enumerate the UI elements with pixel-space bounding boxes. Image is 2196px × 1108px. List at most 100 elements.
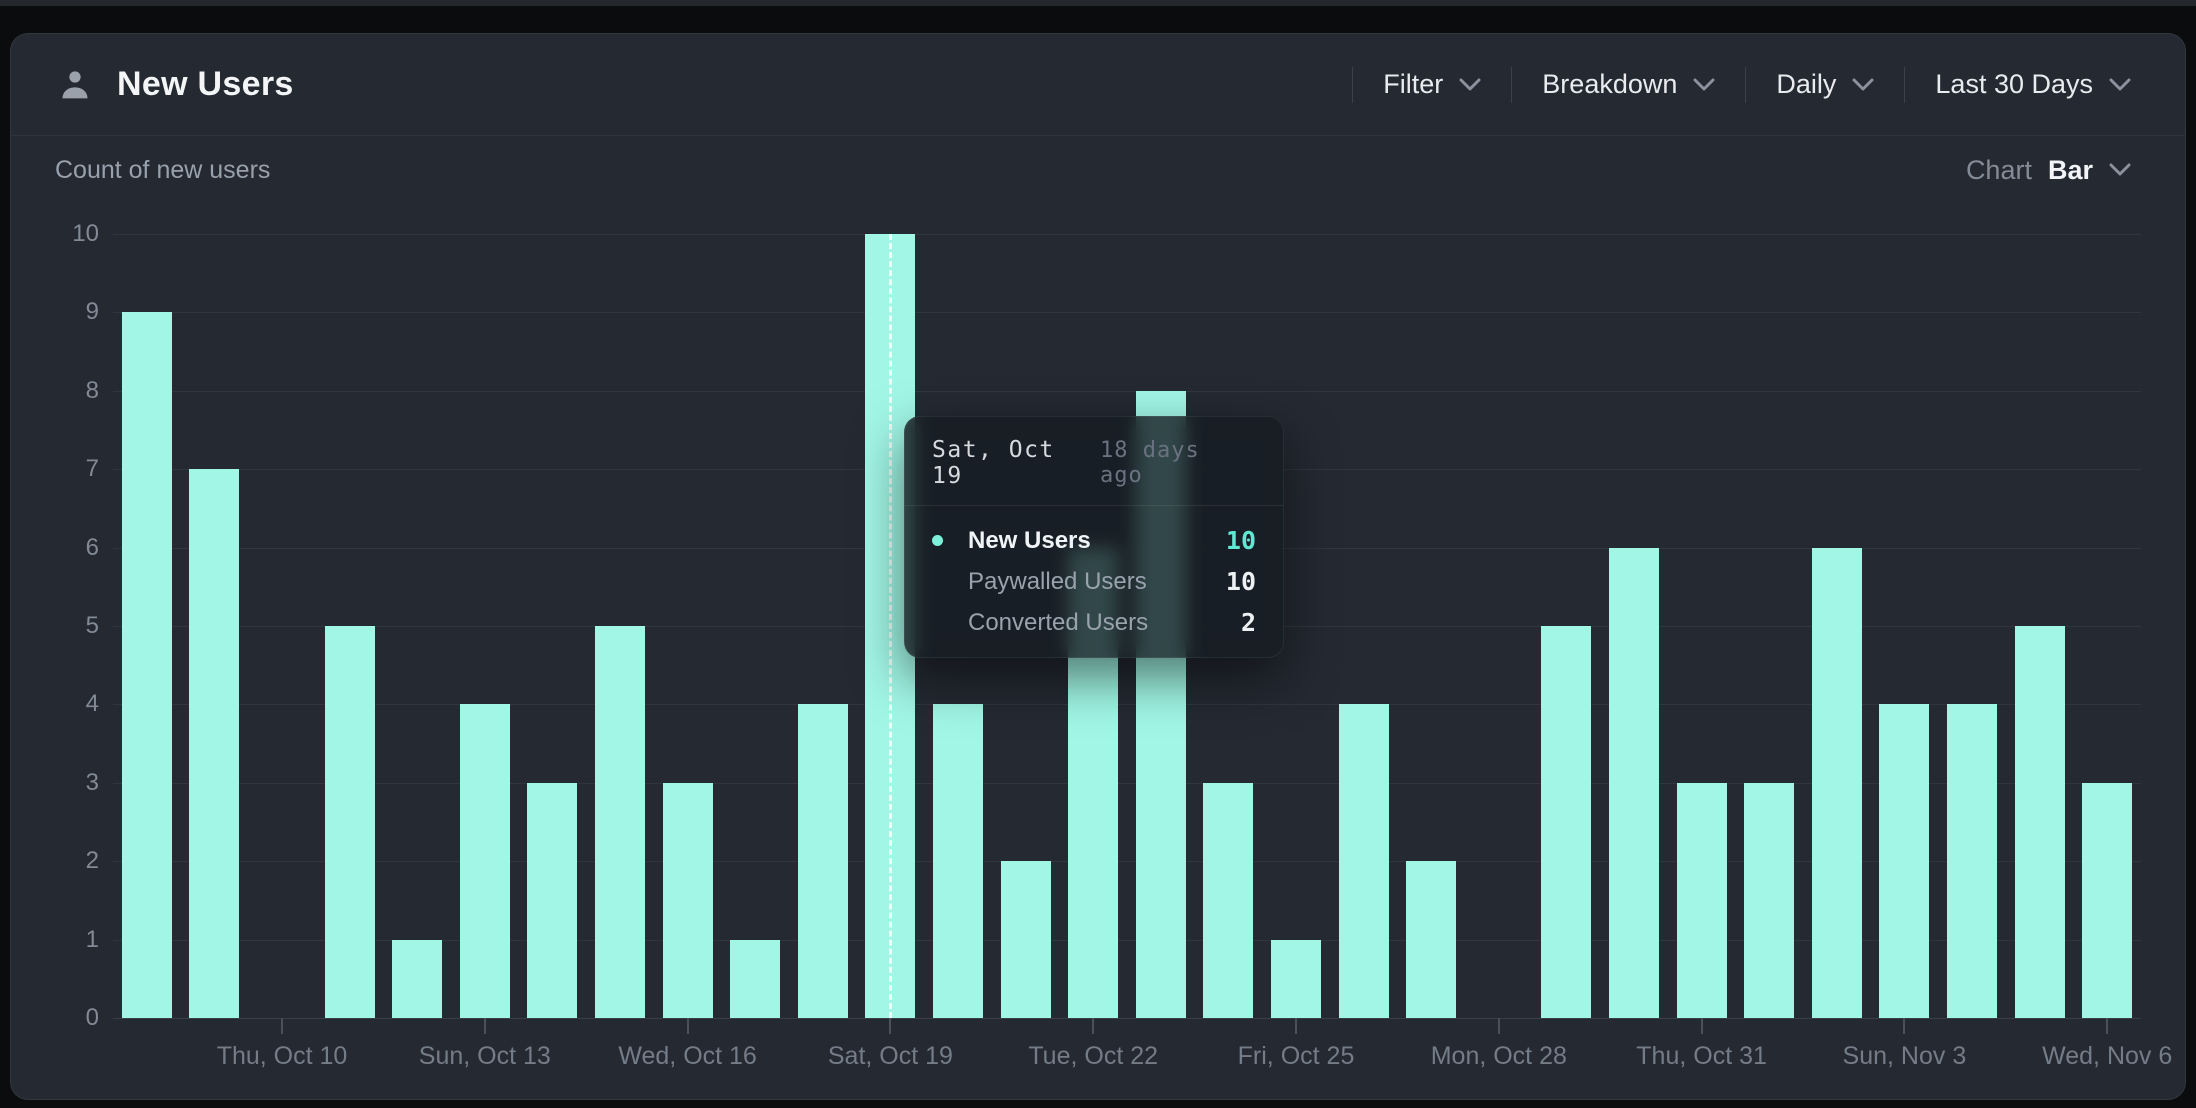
header-controls: Filter Breakdown Daily Las (1352, 67, 2131, 103)
x-axis-tick (1092, 1018, 1094, 1034)
filter-dropdown[interactable]: Filter (1353, 69, 1511, 100)
tooltip-row-value: 10 (1226, 567, 1256, 596)
new-users-widget: New Users Filter Breakdown Daily (10, 33, 2186, 1100)
chart-type-value: Bar (2048, 155, 2093, 186)
page-title: New Users (117, 65, 294, 104)
x-axis-tick (281, 1018, 283, 1034)
x-axis-label-sat-oct-19: Sat, Oct 19 (828, 1042, 953, 1071)
date-range-dropdown-label: Last 30 Days (1935, 69, 2093, 100)
tooltip-row-label: New Users (968, 527, 1091, 555)
x-axis-tick (889, 1018, 891, 1034)
bar-fri-oct-25[interactable] (1271, 940, 1321, 1018)
bar-tue-oct-29[interactable] (1541, 626, 1591, 1018)
x-axis-tick (1903, 1018, 1905, 1034)
granularity-dropdown[interactable]: Daily (1746, 69, 1904, 100)
chevron-down-icon (1852, 78, 1874, 92)
tooltip-row-value: 2 (1241, 608, 1256, 637)
x-axis-tick (1498, 1018, 1500, 1034)
x-axis-label-thu-oct-10: Thu, Oct 10 (217, 1042, 348, 1071)
x-axis-label-wed-nov-6: Wed, Nov 6 (2042, 1042, 2172, 1071)
bar-tue-oct-15[interactable] (595, 626, 645, 1018)
date-range-dropdown[interactable]: Last 30 Days (1905, 69, 2131, 100)
tooltip-header: Sat, Oct 19 18 days ago (905, 417, 1283, 505)
y-axis-label-9: 9 (19, 298, 99, 326)
y-axis-label-0: 0 (19, 1004, 99, 1032)
widget-header: New Users Filter Breakdown Daily (11, 34, 2185, 136)
bar-sun-oct-13[interactable] (460, 704, 510, 1018)
bar-thu-oct-17[interactable] (730, 940, 780, 1018)
bar-mon-oct-21[interactable] (1001, 861, 1051, 1018)
bar-wed-oct-16[interactable] (663, 783, 713, 1018)
bar-sun-oct-27[interactable] (1406, 861, 1456, 1018)
y-axis-label-2: 2 (19, 847, 99, 875)
user-icon (55, 65, 95, 105)
x-axis-label-sun-nov-3: Sun, Nov 3 (1843, 1042, 1967, 1071)
chevron-down-icon (1693, 78, 1715, 92)
bar-fri-oct-18[interactable] (798, 704, 848, 1018)
chevron-down-icon (1459, 78, 1481, 92)
bar-sun-oct-20[interactable] (933, 704, 983, 1018)
bar-fri-nov-1[interactable] (1744, 783, 1794, 1018)
series-dot-icon (932, 535, 943, 546)
hover-indicator-line (889, 234, 892, 1018)
y-gridline-0 (113, 1018, 2141, 1019)
x-axis-label-thu-oct-31: Thu, Oct 31 (1636, 1042, 1767, 1071)
tooltip-date: Sat, Oct 19 (932, 437, 1100, 489)
x-axis-label-wed-oct-16: Wed, Oct 16 (618, 1042, 757, 1071)
y-axis-label-7: 7 (19, 455, 99, 483)
tooltip-row-label: Paywalled Users (968, 568, 1147, 596)
x-axis-label-tue-oct-22: Tue, Oct 22 (1028, 1042, 1158, 1071)
chart-subheader: Count of new users Chart Bar (11, 136, 2185, 204)
tooltip-row-value: 10 (1226, 526, 1256, 555)
bar-wed-oct-30[interactable] (1609, 548, 1659, 1018)
chevron-down-icon (2109, 163, 2131, 177)
y-axis-label-10: 10 (19, 220, 99, 248)
x-axis-label-fri-oct-25: Fri, Oct 25 (1238, 1042, 1355, 1071)
tooltip-rows: New Users 10 Paywalled Users 10 Converte… (905, 506, 1283, 657)
y-axis-label-4: 4 (19, 690, 99, 718)
filter-dropdown-label: Filter (1383, 69, 1443, 100)
y-gridline-9 (113, 312, 2141, 313)
granularity-dropdown-label: Daily (1776, 69, 1836, 100)
chart-tooltip: Sat, Oct 19 18 days ago New Users 10 Pay… (904, 416, 1284, 658)
x-axis-tick (687, 1018, 689, 1034)
window-edge-strip (0, 0, 2196, 6)
x-axis-tick (484, 1018, 486, 1034)
chart-type-dropdown[interactable]: Chart Bar (1966, 155, 2131, 186)
tooltip-relative-time: 18 days ago (1100, 438, 1256, 488)
y-axis-label-6: 6 (19, 534, 99, 562)
bar-wed-oct-9[interactable] (189, 469, 239, 1018)
bar-tue-nov-5[interactable] (2015, 626, 2065, 1018)
bar-mon-oct-14[interactable] (527, 783, 577, 1018)
tooltip-row-new-users: New Users 10 (932, 520, 1256, 561)
metric-label: Count of new users (55, 156, 270, 185)
x-axis-tick (1295, 1018, 1297, 1034)
bar-fri-oct-11[interactable] (325, 626, 375, 1018)
x-axis-tick (2106, 1018, 2108, 1034)
breakdown-dropdown[interactable]: Breakdown (1512, 69, 1745, 100)
y-gridline-10 (113, 234, 2141, 235)
y-axis-label-8: 8 (19, 377, 99, 405)
bar-sat-oct-26[interactable] (1339, 704, 1389, 1018)
bar-mon-nov-4[interactable] (1947, 704, 1997, 1018)
bar-thu-oct-24[interactable] (1203, 783, 1253, 1018)
tooltip-row-paywalled-users: Paywalled Users 10 (932, 561, 1256, 602)
bar-sat-oct-12[interactable] (392, 940, 442, 1018)
y-axis-label-1: 1 (19, 926, 99, 954)
bar-wed-nov-6[interactable] (2082, 783, 2132, 1018)
bar-sat-nov-2[interactable] (1812, 548, 1862, 1018)
bar-thu-oct-31[interactable] (1677, 783, 1727, 1018)
y-axis-label-3: 3 (19, 769, 99, 797)
y-gridline-8 (113, 391, 2141, 392)
y-axis-label-5: 5 (19, 612, 99, 640)
breakdown-dropdown-label: Breakdown (1542, 69, 1677, 100)
bar-sun-nov-3[interactable] (1879, 704, 1929, 1018)
tooltip-row-label: Converted Users (968, 609, 1148, 637)
tooltip-row-converted-users: Converted Users 2 (932, 602, 1256, 643)
x-axis-label-mon-oct-28: Mon, Oct 28 (1431, 1042, 1567, 1071)
chevron-down-icon (2109, 78, 2131, 92)
chart-type-label: Chart (1966, 155, 2032, 186)
x-axis-tick (1701, 1018, 1703, 1034)
x-axis-label-sun-oct-13: Sun, Oct 13 (419, 1042, 551, 1071)
bar-tue-oct-8[interactable] (122, 312, 172, 1018)
